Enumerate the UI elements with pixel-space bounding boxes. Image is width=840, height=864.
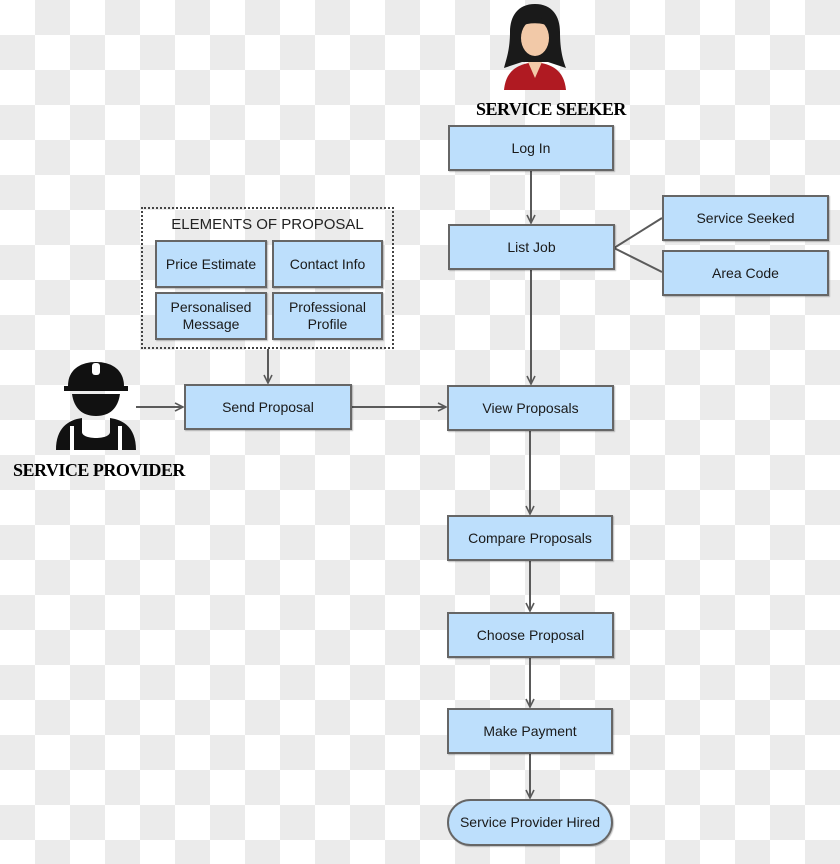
list-job-step: List Job [448, 224, 615, 270]
professional-profile-element: Professional Profile [272, 292, 383, 340]
price-estimate-element: Price Estimate [155, 240, 267, 288]
view-proposals-step: View Proposals [447, 385, 614, 431]
line-listjob-area-code [613, 247, 663, 273]
log-in-step: Log In [448, 125, 614, 171]
make-payment-step: Make Payment [447, 708, 613, 754]
personalised-message-element: Personalised Message [155, 292, 267, 340]
contact-info-element: Contact Info [272, 240, 383, 288]
service-provider-label: SERVICE PROVIDER [13, 460, 185, 480]
area-code-detail: Area Code [662, 250, 829, 296]
compare-proposals-step: Compare Proposals [447, 515, 613, 561]
send-proposal-step: Send Proposal [184, 384, 352, 430]
elements-of-proposal-title: ELEMENTS OF PROPOSAL [171, 216, 364, 233]
line-listjob-service-seeked [613, 217, 663, 249]
service-seeked-detail: Service Seeked [662, 195, 829, 241]
service-provider-hired-end: Service Provider Hired [447, 799, 613, 846]
service-seeker-label: SERVICE SEEKER [476, 99, 626, 119]
construction-worker-icon [56, 362, 136, 450]
woman-avatar-icon [504, 4, 566, 90]
choose-proposal-step: Choose Proposal [447, 612, 614, 658]
